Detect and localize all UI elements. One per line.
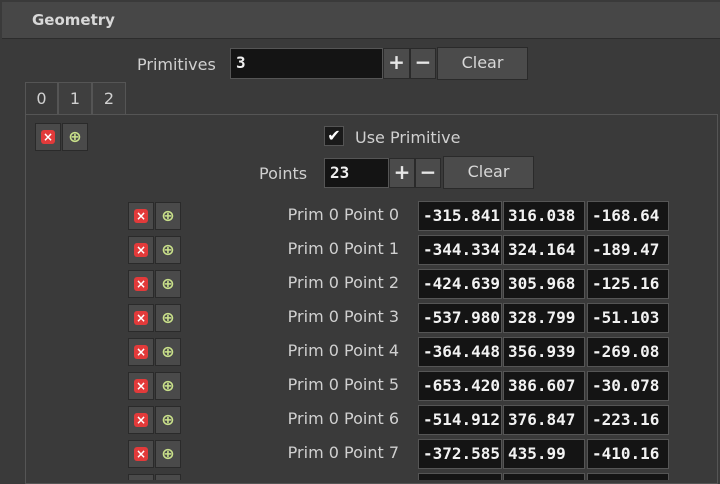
point-x-field[interactable]: -514.912 — [418, 405, 502, 435]
points-label: Points — [259, 164, 308, 183]
point-z-field[interactable]: -30.078 — [587, 371, 669, 401]
point-z-field[interactable]: -269.08 — [587, 337, 669, 367]
insert-primitive-button[interactable]: ⊕ — [62, 123, 88, 151]
point-z-field[interactable]: -189.47 — [587, 235, 669, 265]
delete-icon: × — [134, 379, 148, 393]
point-row-partial — [0, 473, 720, 480]
point-row: × ⊕ Prim 0 Point 2 -424.639 305.968 -125… — [0, 269, 720, 299]
point-x-field[interactable]: -424.639 — [418, 269, 502, 299]
delete-point-button[interactable]: × — [128, 270, 154, 298]
delete-icon: × — [134, 447, 148, 461]
insert-point-button[interactable] — [155, 474, 181, 480]
delete-icon: × — [134, 311, 148, 325]
delete-icon: × — [41, 130, 55, 144]
point-x-field[interactable]: -372.585 — [418, 439, 502, 469]
insert-point-button[interactable]: ⊕ — [155, 372, 181, 400]
point-z-field[interactable]: -410.16 — [587, 439, 669, 469]
primitives-increment-button[interactable]: + — [383, 48, 410, 79]
points-clear-button[interactable]: Clear — [443, 156, 534, 189]
delete-icon: × — [134, 277, 148, 291]
primitives-label: Primitives — [137, 55, 216, 74]
primitives-decrement-button[interactable]: − — [410, 48, 436, 79]
use-primitive-checkbox[interactable]: ✔ — [324, 126, 344, 146]
point-label: Prim 0 Point 0 — [287, 205, 399, 224]
point-row: × ⊕ Prim 0 Point 4 -364.448 356.939 -269… — [0, 337, 720, 367]
insert-icon: ⊕ — [161, 342, 175, 361]
point-row: × ⊕ Prim 0 Point 3 -537.980 328.799 -51.… — [0, 303, 720, 333]
point-z-field[interactable]: -223.16 — [587, 405, 669, 435]
point-y-field[interactable]: 328.799 — [503, 303, 585, 333]
delete-icon: × — [134, 209, 148, 223]
point-x-field[interactable]: -315.841 — [418, 201, 502, 231]
point-z-field[interactable]: -168.64 — [587, 201, 669, 231]
insert-point-button[interactable]: ⊕ — [155, 304, 181, 332]
insert-point-button[interactable]: ⊕ — [155, 338, 181, 366]
point-label: Prim 0 Point 6 — [287, 409, 399, 428]
point-y-field[interactable] — [503, 473, 585, 480]
points-increment-button[interactable]: + — [389, 158, 415, 188]
point-x-field[interactable]: -364.448 — [418, 337, 502, 367]
point-label: Prim 0 Point 2 — [287, 273, 399, 292]
insert-point-button[interactable]: ⊕ — [155, 406, 181, 434]
point-row: × ⊕ Prim 0 Point 7 -372.585 435.99 -410.… — [0, 439, 720, 469]
points-decrement-button[interactable]: − — [415, 158, 441, 188]
delete-primitive-button[interactable]: × — [35, 123, 61, 151]
point-label: Prim 0 Point 3 — [287, 307, 399, 326]
delete-point-button[interactable]: × — [128, 338, 154, 366]
point-x-field[interactable]: -537.980 — [418, 303, 502, 333]
point-label: Prim 0 Point 1 — [287, 239, 399, 258]
insert-icon: ⊕ — [161, 308, 175, 327]
point-y-field[interactable]: 386.607 — [503, 371, 585, 401]
point-row: × ⊕ Prim 0 Point 0 -315.841 316.038 -168… — [0, 201, 720, 231]
primitives-clear-button[interactable]: Clear — [437, 47, 528, 80]
point-label: Prim 0 Point 5 — [287, 375, 399, 394]
point-y-field[interactable]: 324.164 — [503, 235, 585, 265]
insert-point-button[interactable]: ⊕ — [155, 440, 181, 468]
delete-icon: × — [134, 413, 148, 427]
point-label: Prim 0 Point 4 — [287, 341, 399, 360]
point-y-field[interactable]: 376.847 — [503, 405, 585, 435]
section-title: Geometry — [32, 11, 115, 29]
delete-point-button[interactable]: × — [128, 304, 154, 332]
delete-icon: × — [134, 243, 148, 257]
delete-icon: × — [134, 345, 148, 359]
point-x-field[interactable]: -653.420 — [418, 371, 502, 401]
insert-point-button[interactable]: ⊕ — [155, 270, 181, 298]
insert-icon: ⊕ — [68, 127, 82, 146]
point-z-field[interactable] — [587, 473, 669, 480]
delete-point-button[interactable] — [128, 474, 154, 480]
delete-point-button[interactable]: × — [128, 440, 154, 468]
insert-point-button[interactable]: ⊕ — [155, 236, 181, 264]
tab-primitive-0[interactable]: 0 — [25, 82, 58, 114]
point-y-field[interactable]: 316.038 — [503, 201, 585, 231]
delete-point-button[interactable]: × — [128, 202, 154, 230]
point-y-field[interactable]: 356.939 — [503, 337, 585, 367]
insert-icon: ⊕ — [161, 376, 175, 395]
insert-icon: ⊕ — [161, 410, 175, 429]
point-row: × ⊕ Prim 0 Point 5 -653.420 386.607 -30.… — [0, 371, 720, 401]
point-row: × ⊕ Prim 0 Point 6 -514.912 376.847 -223… — [0, 405, 720, 435]
insert-icon: ⊕ — [161, 444, 175, 463]
tab-primitive-1[interactable]: 1 — [58, 82, 92, 114]
tab-primitive-2[interactable]: 2 — [92, 82, 126, 114]
insert-icon: ⊕ — [161, 206, 175, 225]
point-x-field[interactable]: -344.334 — [418, 235, 502, 265]
point-row: × ⊕ Prim 0 Point 1 -344.334 324.164 -189… — [0, 235, 720, 265]
insert-icon: ⊕ — [161, 274, 175, 293]
insert-point-button[interactable]: ⊕ — [155, 202, 181, 230]
geometry-header[interactable]: Geometry — [2, 2, 720, 39]
point-y-field[interactable]: 305.968 — [503, 269, 585, 299]
use-primitive-label: Use Primitive — [355, 128, 461, 147]
points-count-field[interactable]: 23 — [324, 158, 389, 188]
delete-point-button[interactable]: × — [128, 372, 154, 400]
delete-point-button[interactable]: × — [128, 236, 154, 264]
point-z-field[interactable]: -51.103 — [587, 303, 669, 333]
point-label: Prim 0 Point 7 — [287, 443, 399, 462]
insert-icon: ⊕ — [161, 240, 175, 259]
point-z-field[interactable]: -125.16 — [587, 269, 669, 299]
point-x-field[interactable] — [418, 473, 502, 480]
point-y-field[interactable]: 435.99 — [503, 439, 585, 469]
delete-point-button[interactable]: × — [128, 406, 154, 434]
primitives-count-field[interactable]: 3 — [230, 48, 383, 79]
